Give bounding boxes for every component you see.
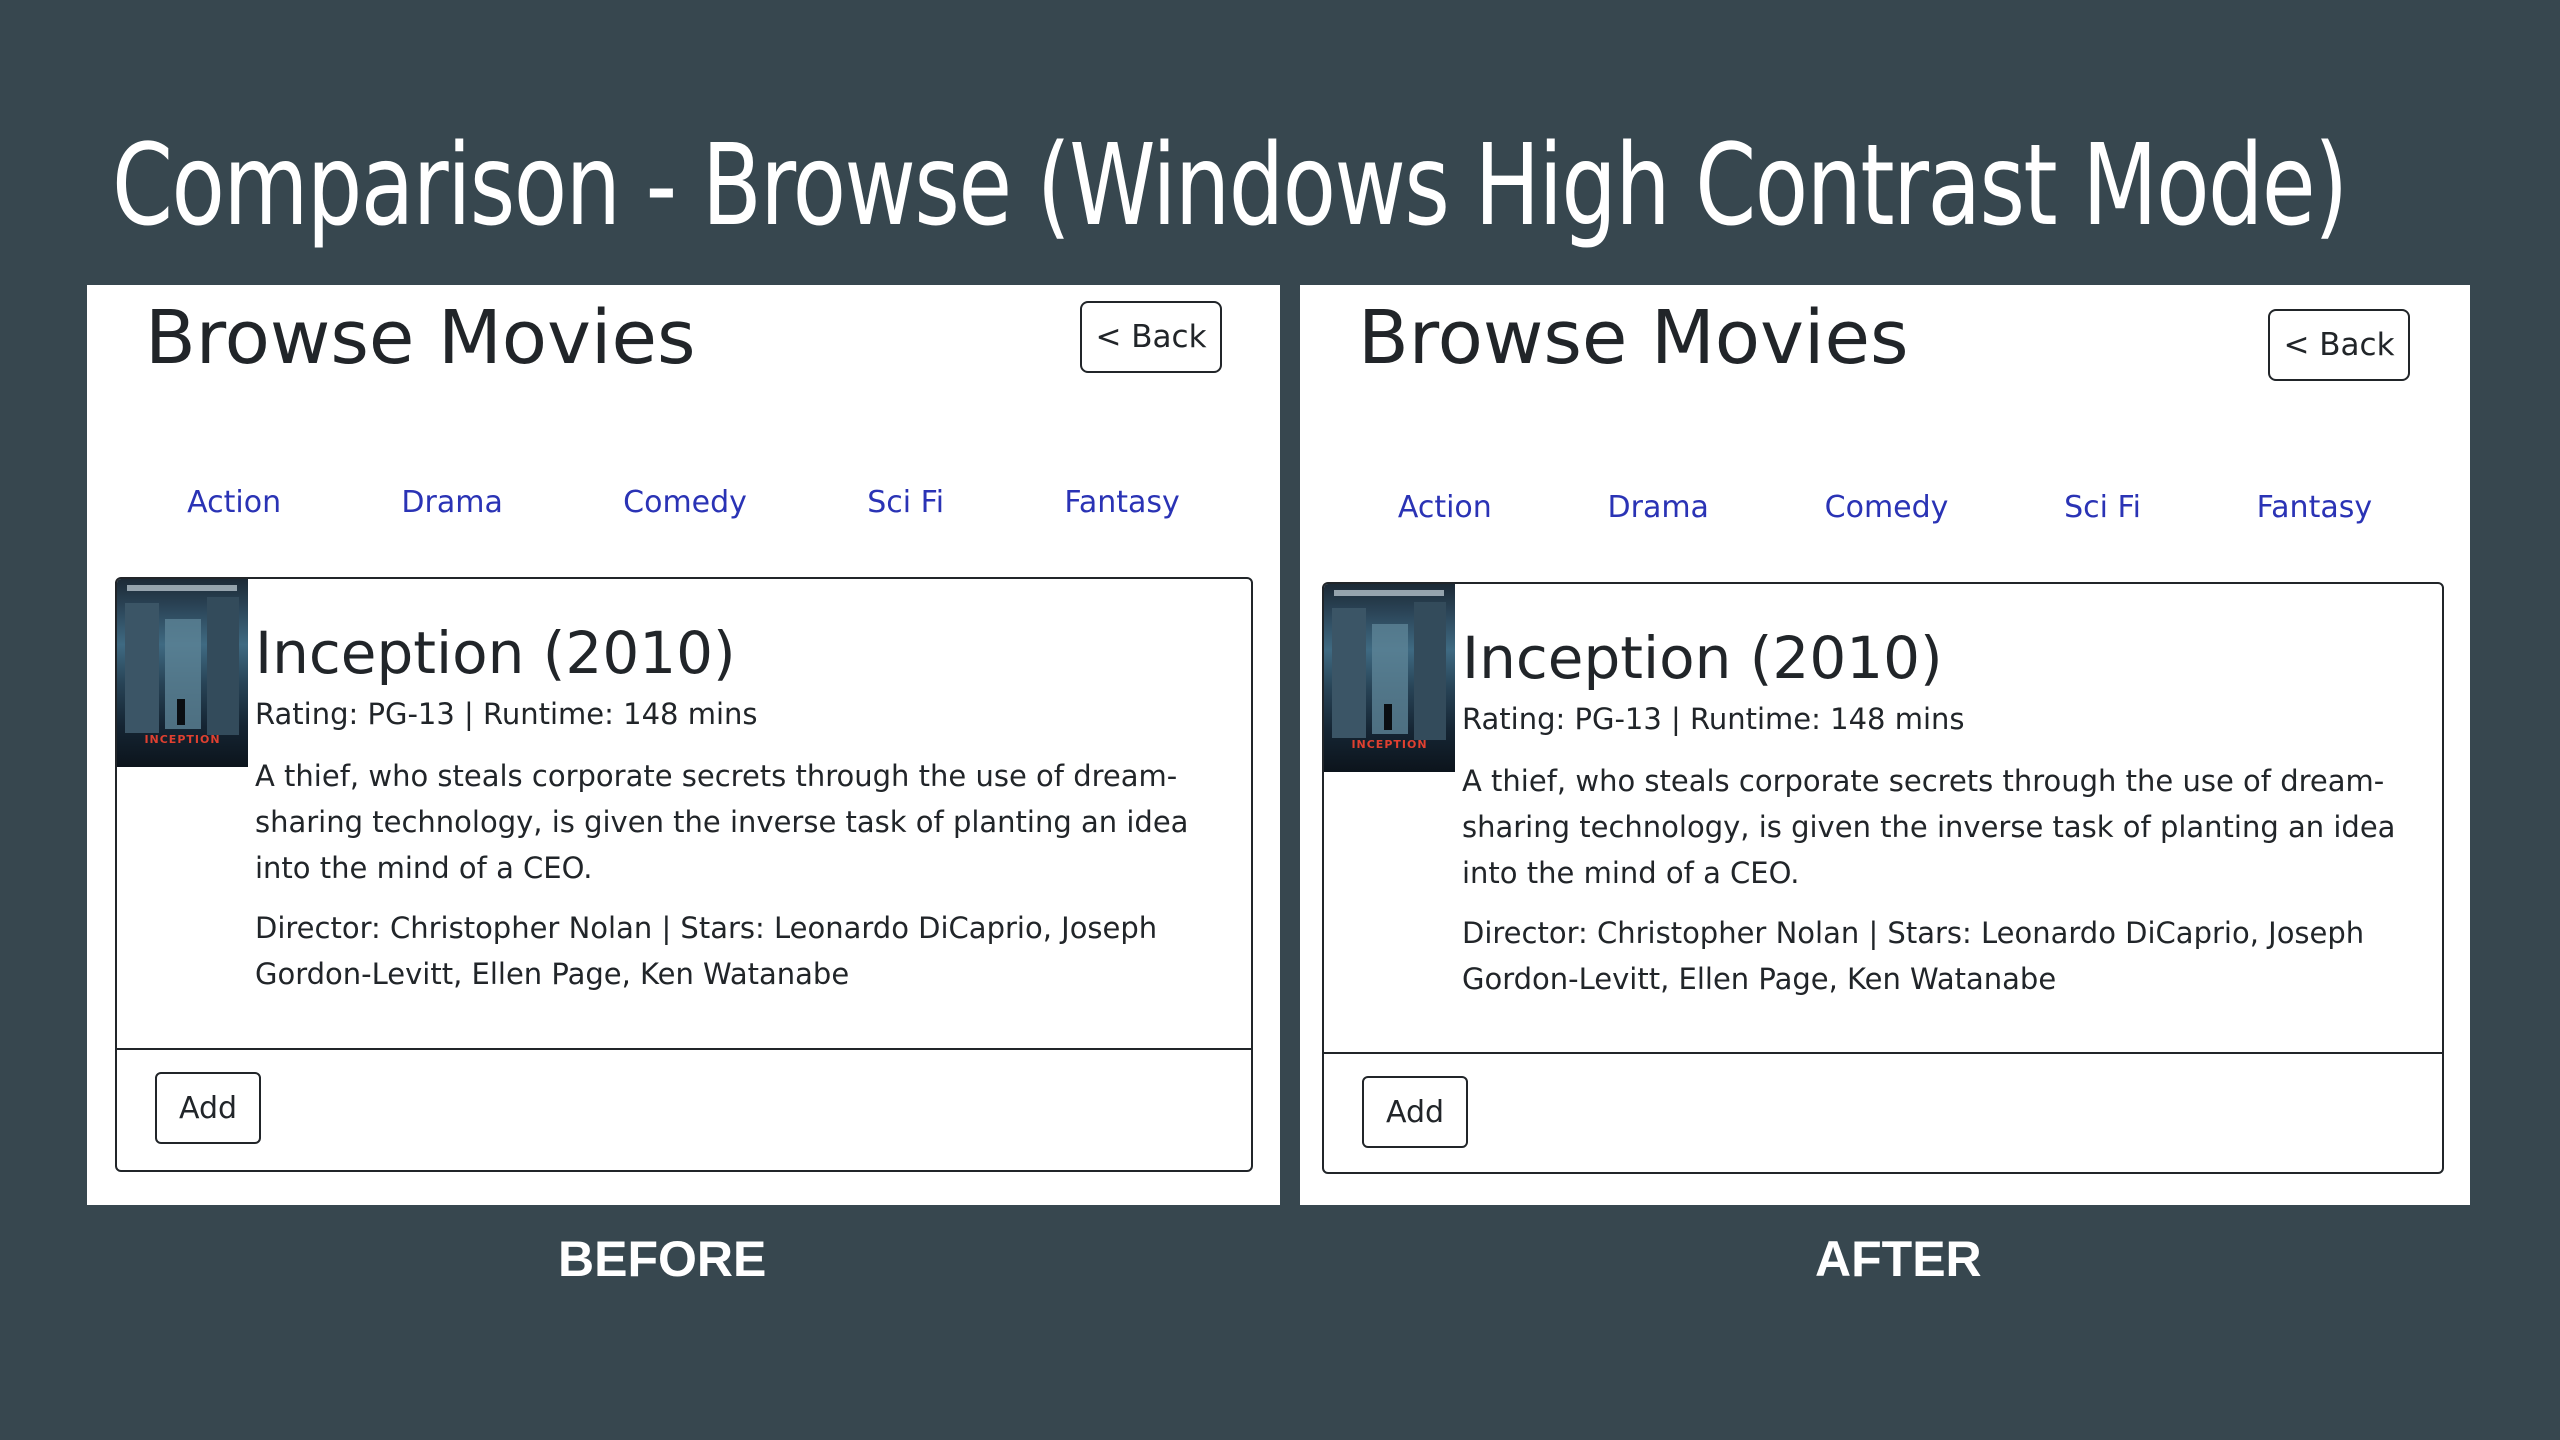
page-heading: Browse Movies bbox=[145, 295, 696, 381]
movie-credits: Director: Christopher Nolan | Stars: Leo… bbox=[255, 910, 1158, 991]
add-button[interactable]: Add bbox=[155, 1072, 261, 1144]
movie-poster: INCEPTION bbox=[1324, 584, 1455, 772]
genre-link-sci-fi[interactable]: Sci Fi bbox=[2054, 490, 2151, 525]
genre-nav: Action Drama Comedy Sci Fi Fantasy bbox=[1300, 490, 2470, 525]
page-heading: Browse Movies bbox=[1358, 295, 1909, 381]
movie-description: A thief, who steals corporate secrets th… bbox=[1462, 763, 2396, 890]
movie-title: Inception (2010) bbox=[255, 619, 736, 687]
after-screenshot-panel: Browse Movies < Back Action Drama Comedy… bbox=[1300, 285, 2470, 1205]
movie-title: Inception (2010) bbox=[1462, 624, 1943, 692]
movie-poster: INCEPTION bbox=[117, 579, 248, 767]
back-button[interactable]: < Back bbox=[2268, 309, 2410, 381]
genre-nav: Action Drama Comedy Sci Fi Fantasy bbox=[87, 485, 1280, 520]
movie-meta: Rating: PG-13 | Runtime: 148 mins bbox=[1462, 701, 1965, 736]
movie-description: A thief, who steals corporate secrets th… bbox=[255, 758, 1189, 885]
after-caption: AFTER bbox=[1815, 1231, 1982, 1287]
poster-title: INCEPTION bbox=[1351, 738, 1428, 751]
poster-title: INCEPTION bbox=[144, 733, 221, 746]
genre-link-action[interactable]: Action bbox=[177, 485, 291, 520]
slide-title: Comparison - Browse (Windows High Contra… bbox=[112, 121, 2348, 251]
add-button[interactable]: Add bbox=[1362, 1076, 1468, 1148]
movie-card-body: Inception (2010) Rating: PG-13 | Runtime… bbox=[255, 619, 1211, 997]
genre-link-comedy[interactable]: Comedy bbox=[1815, 490, 1959, 525]
genre-link-drama[interactable]: Drama bbox=[391, 485, 512, 520]
genre-link-drama[interactable]: Drama bbox=[1598, 490, 1719, 525]
movie-meta: Rating: PG-13 | Runtime: 148 mins bbox=[255, 696, 758, 731]
genre-link-comedy[interactable]: Comedy bbox=[613, 485, 757, 520]
genre-link-sci-fi[interactable]: Sci Fi bbox=[857, 485, 954, 520]
movie-card: INCEPTION Inception (2010) Rating: PG-13… bbox=[115, 577, 1253, 1172]
movie-card: INCEPTION Inception (2010) Rating: PG-13… bbox=[1322, 582, 2444, 1174]
before-screenshot-panel: Browse Movies < Back Action Drama Comedy… bbox=[87, 285, 1280, 1205]
movie-card-footer: Add bbox=[1324, 1052, 2442, 1172]
before-caption: BEFORE bbox=[558, 1231, 767, 1287]
genre-link-fantasy[interactable]: Fantasy bbox=[2247, 490, 2382, 525]
genre-link-fantasy[interactable]: Fantasy bbox=[1054, 485, 1189, 520]
movie-card-body: Inception (2010) Rating: PG-13 | Runtime… bbox=[1462, 624, 2402, 1002]
movie-credits: Director: Christopher Nolan | Stars: Leo… bbox=[1462, 915, 2365, 996]
back-button[interactable]: < Back bbox=[1080, 301, 1222, 373]
genre-link-action[interactable]: Action bbox=[1388, 490, 1502, 525]
movie-card-footer: Add bbox=[117, 1048, 1251, 1170]
